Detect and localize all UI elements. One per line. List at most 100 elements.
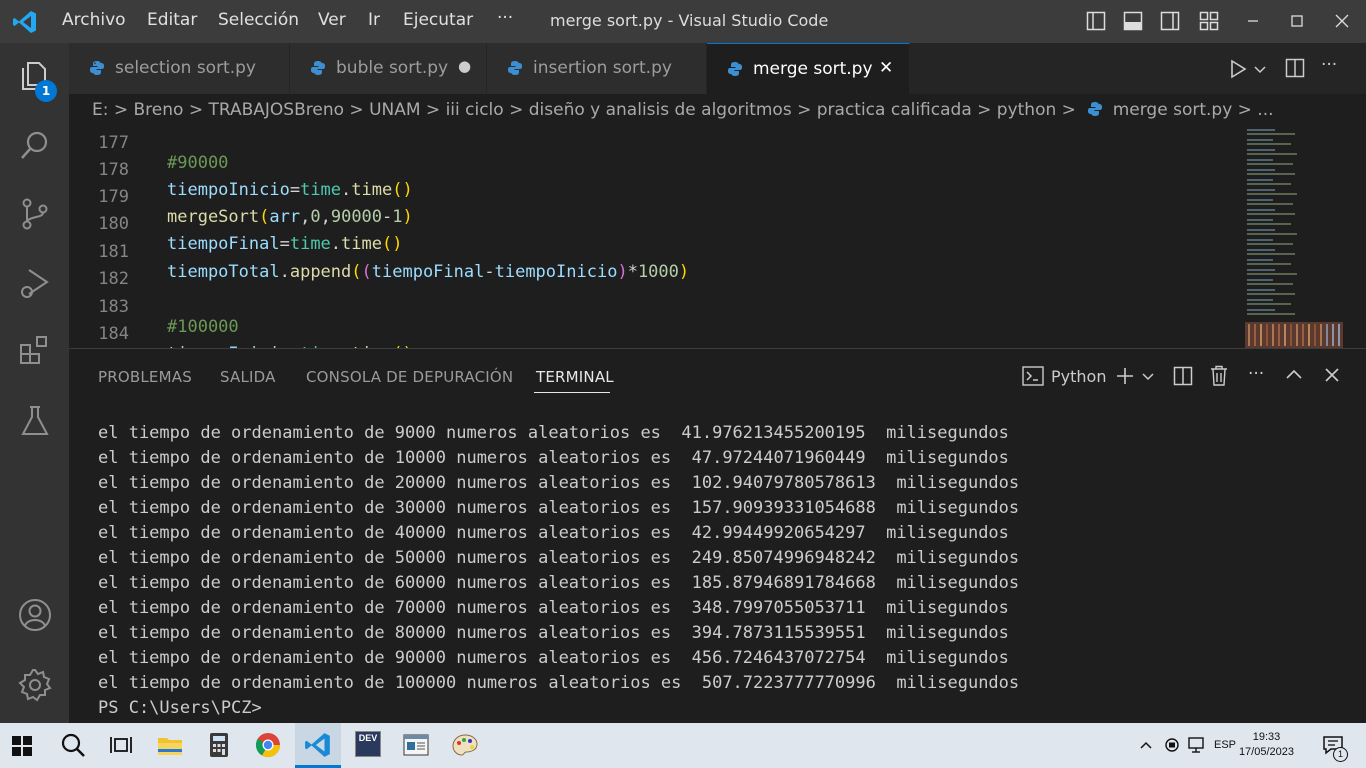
menu-ver[interactable]: Ver bbox=[318, 10, 346, 30]
close-panel-icon[interactable] bbox=[1323, 366, 1341, 384]
terminal-prompt[interactable]: PS C:\Users\PCZ> bbox=[98, 698, 262, 718]
meet-now-icon[interactable] bbox=[1163, 736, 1181, 754]
text-editor-app-icon[interactable] bbox=[402, 731, 430, 759]
split-terminal-icon[interactable] bbox=[1173, 366, 1193, 386]
calculator-icon[interactable] bbox=[205, 731, 233, 759]
panel-tab-terminal[interactable]: TERMINAL bbox=[536, 368, 614, 386]
menu-more[interactable]: ··· bbox=[497, 8, 513, 28]
explorer-badge: 1 bbox=[35, 80, 57, 102]
run-python-file-icon[interactable] bbox=[1228, 59, 1248, 79]
tab-insertion-sort[interactable]: insertion sort.py bbox=[487, 43, 707, 94]
taskbar-clock[interactable]: 19:33 17/05/2023 bbox=[1239, 730, 1294, 760]
tab-label: buble sort.py bbox=[336, 58, 449, 78]
clock-time: 19:33 bbox=[1252, 731, 1281, 743]
toggle-secondary-sidebar-icon[interactable] bbox=[1160, 11, 1180, 31]
python-file-icon bbox=[1088, 102, 1103, 116]
tab-label: selection sort.py bbox=[115, 58, 256, 78]
file-explorer-icon[interactable] bbox=[156, 731, 184, 759]
python-file-icon bbox=[90, 61, 104, 75]
python-file-icon bbox=[508, 61, 522, 75]
task-view-icon[interactable] bbox=[107, 731, 135, 759]
menu-ir[interactable]: Ir bbox=[368, 10, 380, 30]
split-editor-icon[interactable] bbox=[1285, 58, 1305, 78]
terminal-line: el tiempo de ordenamiento de 100000 nume… bbox=[98, 673, 1020, 693]
modified-dot-icon[interactable]: ● bbox=[458, 57, 471, 75]
accounts-icon[interactable] bbox=[17, 597, 53, 633]
code-editor[interactable]: 177 #90000 178 tiempoInicio=time.time() … bbox=[69, 126, 1366, 348]
search-icon[interactable] bbox=[17, 128, 53, 164]
panel-tab-problems[interactable]: PROBLEMAS bbox=[98, 368, 192, 386]
terminal-line: el tiempo de ordenamiento de 80000 numer… bbox=[98, 623, 1009, 643]
tab-label: merge sort.py bbox=[753, 59, 873, 79]
minimap[interactable] bbox=[1245, 126, 1343, 348]
paint-app-icon[interactable] bbox=[451, 731, 479, 759]
source-control-icon[interactable] bbox=[17, 196, 53, 232]
settings-gear-icon[interactable] bbox=[17, 667, 53, 703]
taskbar-search-icon[interactable] bbox=[59, 731, 87, 759]
menu-seleccion[interactable]: Selección bbox=[218, 10, 299, 30]
python-file-icon bbox=[728, 62, 742, 76]
customize-layout-icon[interactable] bbox=[1199, 11, 1219, 31]
terminal-name[interactable]: Python bbox=[1051, 367, 1106, 386]
python-file-icon bbox=[311, 61, 325, 75]
editor-tabs: selection sort.py buble sort.py ● insert… bbox=[69, 43, 1366, 94]
windows-start-icon[interactable] bbox=[11, 735, 33, 757]
taskbar-vscode-active[interactable] bbox=[295, 723, 341, 768]
tab-merge-sort[interactable]: merge sort.py ✕ bbox=[707, 43, 910, 94]
new-terminal-plus-icon[interactable] bbox=[1115, 366, 1135, 386]
chrome-icon[interactable] bbox=[254, 731, 282, 759]
minimize-icon[interactable] bbox=[1243, 11, 1263, 31]
testing-icon[interactable] bbox=[17, 403, 53, 439]
terminal-line: el tiempo de ordenamiento de 90000 numer… bbox=[98, 648, 1009, 668]
notifications-count-badge: 1 bbox=[1333, 747, 1348, 762]
clock-date: 17/05/2023 bbox=[1238, 746, 1294, 758]
breadcrumb-tail[interactable]: > ... bbox=[1238, 100, 1274, 120]
panel-more-actions-icon[interactable]: ··· bbox=[1248, 364, 1264, 384]
code-line: 182 bbox=[69, 249, 129, 289]
terminal-line: el tiempo de ordenamiento de 10000 numer… bbox=[98, 448, 1009, 468]
terminal-dropdown-chevron-icon[interactable] bbox=[1141, 370, 1155, 384]
code-text: mergeSort(arr,0,90000-1) bbox=[167, 207, 413, 227]
maximize-panel-chevron-up-icon[interactable] bbox=[1285, 366, 1303, 384]
close-tab-icon[interactable]: ✕ bbox=[879, 58, 893, 78]
panel-tab-debug-console[interactable]: CONSOLA DE DEPURACIÓN bbox=[306, 368, 513, 386]
breadcrumb: E: > Breno > TRABAJOSBreno > UNAM > iii … bbox=[69, 94, 1366, 126]
breadcrumb-file[interactable]: merge sort.py bbox=[1113, 100, 1233, 120]
toggle-panel-icon[interactable] bbox=[1123, 11, 1143, 31]
input-language[interactable]: ESP bbox=[1214, 739, 1236, 751]
close-window-icon[interactable] bbox=[1332, 11, 1352, 31]
code-text: tiempoInicio=time.time() bbox=[167, 180, 413, 200]
menu-editar[interactable]: Editar bbox=[147, 10, 197, 30]
run-debug-icon[interactable] bbox=[17, 265, 53, 301]
breadcrumb-segments[interactable]: E: > Breno > TRABAJOSBreno > UNAM > iii … bbox=[92, 100, 1076, 120]
toggle-primary-sidebar-icon[interactable] bbox=[1086, 11, 1106, 31]
panel-tab-output[interactable]: SALIDA bbox=[220, 368, 276, 386]
kill-terminal-trash-icon[interactable] bbox=[1210, 365, 1228, 386]
tab-selection-sort[interactable]: selection sort.py bbox=[69, 43, 290, 94]
vscode-logo-icon[interactable] bbox=[12, 9, 38, 35]
windows-taskbar: DEV ESP 19:33 17/05/2023 1 bbox=[0, 723, 1366, 768]
show-hidden-icons-chevron-icon[interactable] bbox=[1139, 739, 1153, 751]
code-line: 179 mergeSort(arr,0,90000-1) bbox=[69, 167, 413, 227]
menu-ejecutar[interactable]: Ejecutar bbox=[403, 10, 473, 30]
code-line: 183 #100000 bbox=[69, 277, 238, 337]
dev-cpp-label: DEV bbox=[358, 733, 378, 743]
code-text: #100000 bbox=[167, 317, 239, 337]
terminal-line: el tiempo de ordenamiento de 70000 numer… bbox=[98, 598, 1009, 618]
run-dropdown-chevron-icon[interactable] bbox=[1253, 63, 1267, 77]
code-line: 185 mergeSort(arr,0,100000-1) bbox=[69, 331, 110, 348]
title-bar: Archivo Editar Selección Ver Ir Ejecutar… bbox=[0, 0, 1366, 43]
dev-cpp-icon[interactable]: DEV bbox=[355, 731, 381, 757]
menu-archivo[interactable]: Archivo bbox=[62, 10, 126, 30]
vscode-taskbar-icon bbox=[305, 733, 330, 757]
window-title: merge sort.py - Visual Studio Code bbox=[550, 11, 829, 30]
breadcrumb-path[interactable]: E: > Breno > TRABAJOSBreno > UNAM > iii … bbox=[92, 100, 1274, 120]
maximize-icon[interactable] bbox=[1287, 11, 1307, 31]
activity-bar: 1 bbox=[0, 43, 69, 723]
tab-buble-sort[interactable]: buble sort.py ● bbox=[290, 43, 487, 94]
code-line: 178 tiempoInicio=time.time() bbox=[69, 140, 412, 200]
terminal-line: el tiempo de ordenamiento de 9000 numero… bbox=[98, 423, 1009, 443]
extensions-icon[interactable] bbox=[17, 333, 53, 369]
network-icon[interactable] bbox=[1187, 736, 1205, 754]
more-actions-icon[interactable]: ··· bbox=[1321, 55, 1337, 75]
